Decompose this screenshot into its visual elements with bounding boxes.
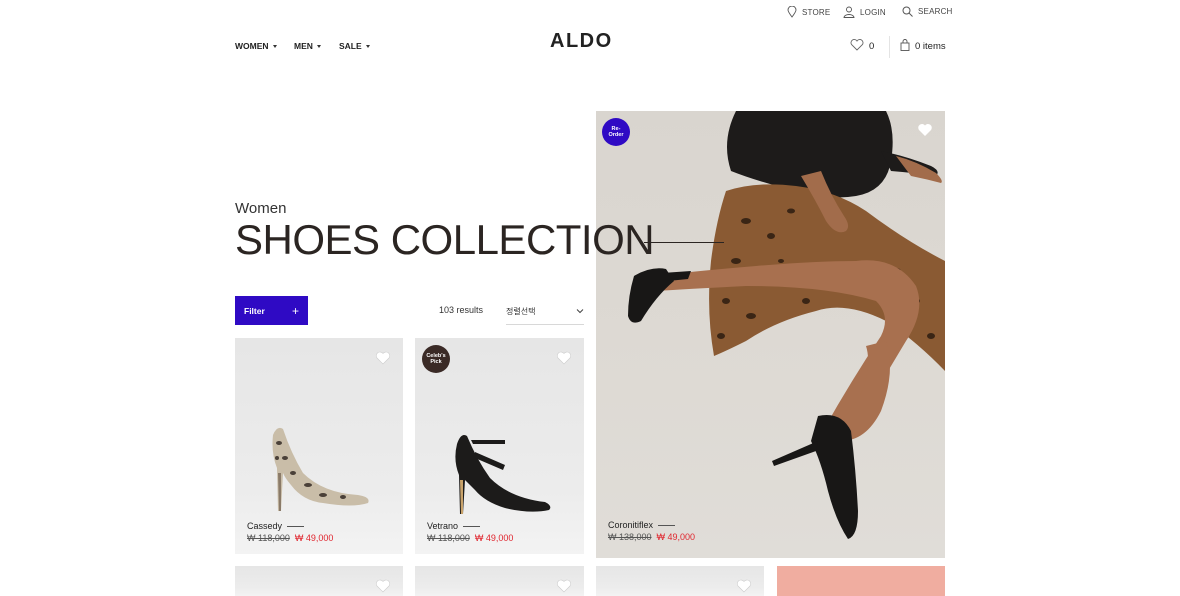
plus-icon: +	[291, 303, 299, 318]
wishlist-heart-icon[interactable]	[736, 578, 752, 594]
page-subtitle: Women	[235, 200, 287, 217]
caret-down-icon	[272, 44, 277, 48]
sale-price: ₩ 49,000	[474, 533, 514, 543]
store-label: STORE	[802, 7, 831, 17]
celebs-pick-badge: Celeb's Pick	[422, 345, 450, 373]
results-count: 103 results	[439, 305, 484, 315]
promo-tile[interactable]	[777, 566, 945, 596]
product-name: Coronitiflex	[608, 520, 654, 530]
sale-price: ₩ 49,000	[294, 533, 334, 543]
wishlist-heart-icon[interactable]	[375, 578, 391, 594]
reorder-badge: Re- Order	[602, 118, 630, 146]
sort-select[interactable]: 정렬선택	[506, 298, 584, 325]
product-image	[272, 427, 369, 511]
product-name-row: Vetrano	[427, 521, 481, 531]
price-row: ₩ 118,000 ₩ 49,000	[427, 533, 513, 543]
wishlist-heart-icon[interactable]	[556, 578, 572, 594]
bag-icon	[900, 39, 910, 54]
product-card[interactable]: Cassedy ₩ 118,000 ₩ 49,000	[235, 338, 403, 554]
chevron-down-icon	[576, 307, 584, 316]
login-link[interactable]: LOGIN	[843, 6, 886, 18]
brand-logo[interactable]: ALDO	[550, 30, 613, 53]
nav-men-label: MEN	[294, 41, 313, 51]
original-price: ₩ 118,000	[247, 533, 290, 543]
search-link[interactable]: SEARCH	[902, 6, 953, 17]
product-card[interactable]	[235, 566, 403, 596]
location-pin-icon	[787, 6, 797, 18]
product-card[interactable]: Celeb's Pick Vetrano ₩ 118,000 ₩ 49,000	[415, 338, 584, 554]
original-price: ₩ 138,000	[608, 532, 652, 542]
hero-price-row: ₩ 138,000 ₩ 49,000	[608, 532, 695, 542]
title-decorative-line	[644, 242, 724, 243]
original-price: ₩ 118,000	[427, 533, 470, 543]
filter-label: Filter	[244, 305, 265, 316]
sort-value: 정렬선택	[506, 306, 536, 316]
header-divider	[889, 36, 890, 58]
product-name: Cassedy	[247, 521, 283, 531]
wishlist-link[interactable]: 0	[850, 39, 874, 54]
price-row: ₩ 118,000 ₩ 49,000	[247, 533, 333, 543]
product-image	[455, 435, 551, 514]
product-card[interactable]	[596, 566, 764, 596]
search-icon	[902, 6, 913, 17]
nav-men[interactable]: MEN	[294, 41, 321, 51]
wishlist-count: 0	[869, 41, 875, 52]
sale-price: ₩ 49,000	[656, 532, 696, 542]
bag-label: 0 items	[915, 41, 946, 52]
wishlist-heart-icon[interactable]	[556, 350, 572, 366]
product-name: Vetrano	[427, 521, 459, 531]
nav-women[interactable]: WOMEN	[235, 41, 277, 51]
caret-down-icon	[365, 44, 370, 48]
nav-sale[interactable]: SALE	[339, 41, 370, 51]
wishlist-heart-icon[interactable]	[375, 350, 391, 366]
hero-product-card[interactable]: Re- Order Coronitiflex ₩ 138,000 ₩ 49,00…	[596, 111, 945, 558]
login-label: LOGIN	[860, 7, 886, 17]
nav-sale-label: SALE	[339, 41, 362, 51]
hero-photo	[628, 111, 945, 539]
caret-down-icon	[316, 44, 321, 48]
hero-product-name-row: Coronitiflex	[608, 520, 676, 530]
page-title: SHOES COLLECTION	[235, 216, 655, 263]
filter-button[interactable]: Filter +	[235, 296, 308, 325]
store-link[interactable]: STORE	[787, 6, 830, 18]
product-card[interactable]	[415, 566, 584, 596]
search-label: SEARCH	[918, 7, 953, 16]
user-icon	[843, 6, 855, 18]
wishlist-heart-icon[interactable]	[917, 122, 933, 138]
nav-women-label: WOMEN	[235, 41, 269, 51]
bag-link[interactable]: 0 items	[900, 39, 946, 54]
heart-icon	[850, 39, 864, 54]
product-name-row: Cassedy	[247, 521, 305, 531]
